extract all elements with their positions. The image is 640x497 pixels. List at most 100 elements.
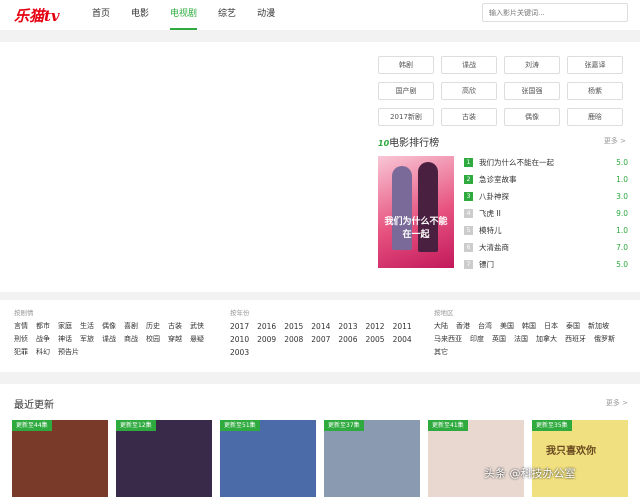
recent-thumb[interactable]: 更新至35集 我只喜欢你 — [532, 420, 628, 497]
filter-option[interactable]: 日本 — [544, 320, 558, 333]
rank-title[interactable]: 飞虎 II — [479, 205, 501, 222]
filter-option[interactable]: 泰国 — [566, 320, 580, 333]
filter-option[interactable]: 印度 — [470, 333, 484, 346]
filter-option[interactable]: 生活 — [80, 320, 94, 333]
filter-option[interactable]: 新加坡 — [588, 320, 609, 333]
nav-home[interactable]: 首页 — [92, 0, 110, 30]
filter-option[interactable]: 韩国 — [522, 320, 536, 333]
recent-thumb[interactable]: 更新至51集 — [220, 420, 316, 497]
ranking-item[interactable]: 1 我们为什么不能在一起 5.0 — [464, 154, 630, 171]
filter-option[interactable]: 2006 — [338, 333, 357, 346]
nav-movies[interactable]: 电影 — [131, 0, 149, 30]
tag-button[interactable]: 韩剧 — [378, 56, 434, 74]
filter-option[interactable]: 神话 — [58, 333, 72, 346]
filter-option[interactable]: 香港 — [456, 320, 470, 333]
filter-option[interactable]: 2008 — [284, 333, 303, 346]
filter-option[interactable]: 大陆 — [434, 320, 448, 333]
filter-option[interactable]: 台湾 — [478, 320, 492, 333]
ranking-item[interactable]: 4 飞虎 II 9.0 — [464, 205, 630, 222]
filter-option[interactable]: 言情 — [14, 320, 28, 333]
filter-option[interactable]: 预告片 — [58, 346, 79, 359]
rank-number: 4 — [464, 209, 473, 218]
ranking-more-link[interactable]: 更多 > — [604, 136, 626, 146]
filter-region: 按地区 大陆 香港 台湾 美国 韩国 日本 泰国 新加坡 马来西亚 印度 英国 … — [434, 306, 634, 359]
recent-thumb[interactable]: 更新至12集 — [116, 420, 212, 497]
tag-button[interactable]: 偶像 — [504, 108, 560, 126]
filter-option[interactable]: 2007 — [311, 333, 330, 346]
filter-option[interactable]: 西班牙 — [565, 333, 586, 346]
filter-option[interactable]: 其它 — [434, 346, 448, 359]
recent-thumb[interactable]: 更新至41集 — [428, 420, 524, 497]
rank-title[interactable]: 模特儿 — [479, 222, 502, 239]
filter-option[interactable]: 家庭 — [58, 320, 72, 333]
filter-option[interactable]: 谍战 — [102, 333, 116, 346]
ranking-item[interactable]: 6 大清盐商 7.0 — [464, 239, 630, 256]
filter-option[interactable]: 商战 — [124, 333, 138, 346]
filter-option[interactable]: 加拿大 — [536, 333, 557, 346]
filter-option[interactable]: 2010 — [230, 333, 249, 346]
ranking-title: 10电影排行榜 — [378, 138, 439, 149]
site-logo[interactable]: 乐猫tv — [14, 5, 60, 26]
episode-badge: 更新至44集 — [12, 420, 52, 431]
filter-option[interactable]: 2004 — [393, 333, 412, 346]
filter-option[interactable]: 俄罗斯 — [594, 333, 615, 346]
filter-option[interactable]: 科幻 — [36, 346, 50, 359]
nav-variety[interactable]: 综艺 — [218, 0, 236, 30]
filter-option[interactable]: 犯罪 — [14, 346, 28, 359]
filter-option[interactable]: 2016 — [257, 320, 276, 333]
tag-button[interactable]: 鹿晗 — [567, 108, 623, 126]
tag-button[interactable]: 古装 — [441, 108, 497, 126]
ranking-item[interactable]: 7 镖门 5.0 — [464, 256, 630, 273]
rank-title[interactable]: 镖门 — [479, 256, 494, 273]
filter-option[interactable]: 法国 — [514, 333, 528, 346]
ranking-item[interactable]: 5 模特儿 1.0 — [464, 222, 630, 239]
filter-option[interactable]: 穿越 — [168, 333, 182, 346]
search-input[interactable] — [482, 3, 628, 22]
tag-button[interactable]: 张国强 — [504, 82, 560, 100]
tag-button[interactable]: 刘涛 — [504, 56, 560, 74]
tag-button[interactable]: 国产剧 — [378, 82, 434, 100]
recent-more-link[interactable]: 更多 > — [606, 398, 628, 408]
rank-title[interactable]: 八卦神探 — [479, 188, 509, 205]
filter-option[interactable]: 2015 — [284, 320, 303, 333]
filter-option[interactable]: 马来西亚 — [434, 333, 462, 346]
tag-button[interactable]: 2017新剧 — [378, 108, 434, 126]
filter-option[interactable]: 历史 — [146, 320, 160, 333]
filter-year: 按年份 2017 2016 2015 2014 2013 2012 2011 2… — [230, 306, 420, 359]
filter-option[interactable]: 战争 — [36, 333, 50, 346]
nav-tv[interactable]: 电视剧 — [170, 0, 198, 30]
filter-option[interactable]: 英国 — [492, 333, 506, 346]
filter-option[interactable]: 2013 — [338, 320, 357, 333]
rank-title[interactable]: 我们为什么不能在一起 — [479, 154, 554, 171]
filter-option[interactable]: 美国 — [500, 320, 514, 333]
rank-title[interactable]: 大清盐商 — [479, 239, 509, 256]
nav-anime[interactable]: 动漫 — [257, 0, 275, 30]
filter-option[interactable]: 喜剧 — [124, 320, 138, 333]
filter-option[interactable]: 2017 — [230, 320, 249, 333]
ranking-item[interactable]: 3 八卦神探 3.0 — [464, 188, 630, 205]
filter-option[interactable]: 2011 — [393, 320, 412, 333]
ranking-item[interactable]: 2 急诊室故事 1.0 — [464, 171, 630, 188]
filter-option[interactable]: 2012 — [365, 320, 384, 333]
filter-option[interactable]: 古装 — [168, 320, 182, 333]
filter-option[interactable]: 2014 — [311, 320, 330, 333]
filter-option[interactable]: 都市 — [36, 320, 50, 333]
filter-option[interactable]: 偶像 — [102, 320, 116, 333]
filter-option[interactable]: 悬疑 — [190, 333, 204, 346]
recent-thumb[interactable]: 更新至44集 — [12, 420, 108, 497]
tag-button[interactable]: 杨紫 — [567, 82, 623, 100]
filter-option[interactable]: 刑侦 — [14, 333, 28, 346]
filter-option[interactable]: 武侠 — [190, 320, 204, 333]
filter-option[interactable]: 2009 — [257, 333, 276, 346]
ranking-title-text: 电影排行榜 — [389, 138, 440, 149]
filter-option[interactable]: 军旅 — [80, 333, 94, 346]
recent-thumb[interactable]: 更新至37集 — [324, 420, 420, 497]
ranking-poster[interactable]: 我们为什么不能在一起 — [378, 156, 454, 268]
filter-option[interactable]: 2003 — [230, 346, 249, 359]
filter-option[interactable]: 校园 — [146, 333, 160, 346]
filter-option[interactable]: 2005 — [365, 333, 384, 346]
tag-button[interactable]: 谍战 — [441, 56, 497, 74]
rank-title[interactable]: 急诊室故事 — [479, 171, 517, 188]
tag-button[interactable]: 张嘉译 — [567, 56, 623, 74]
tag-button[interactable]: 高欣 — [441, 82, 497, 100]
